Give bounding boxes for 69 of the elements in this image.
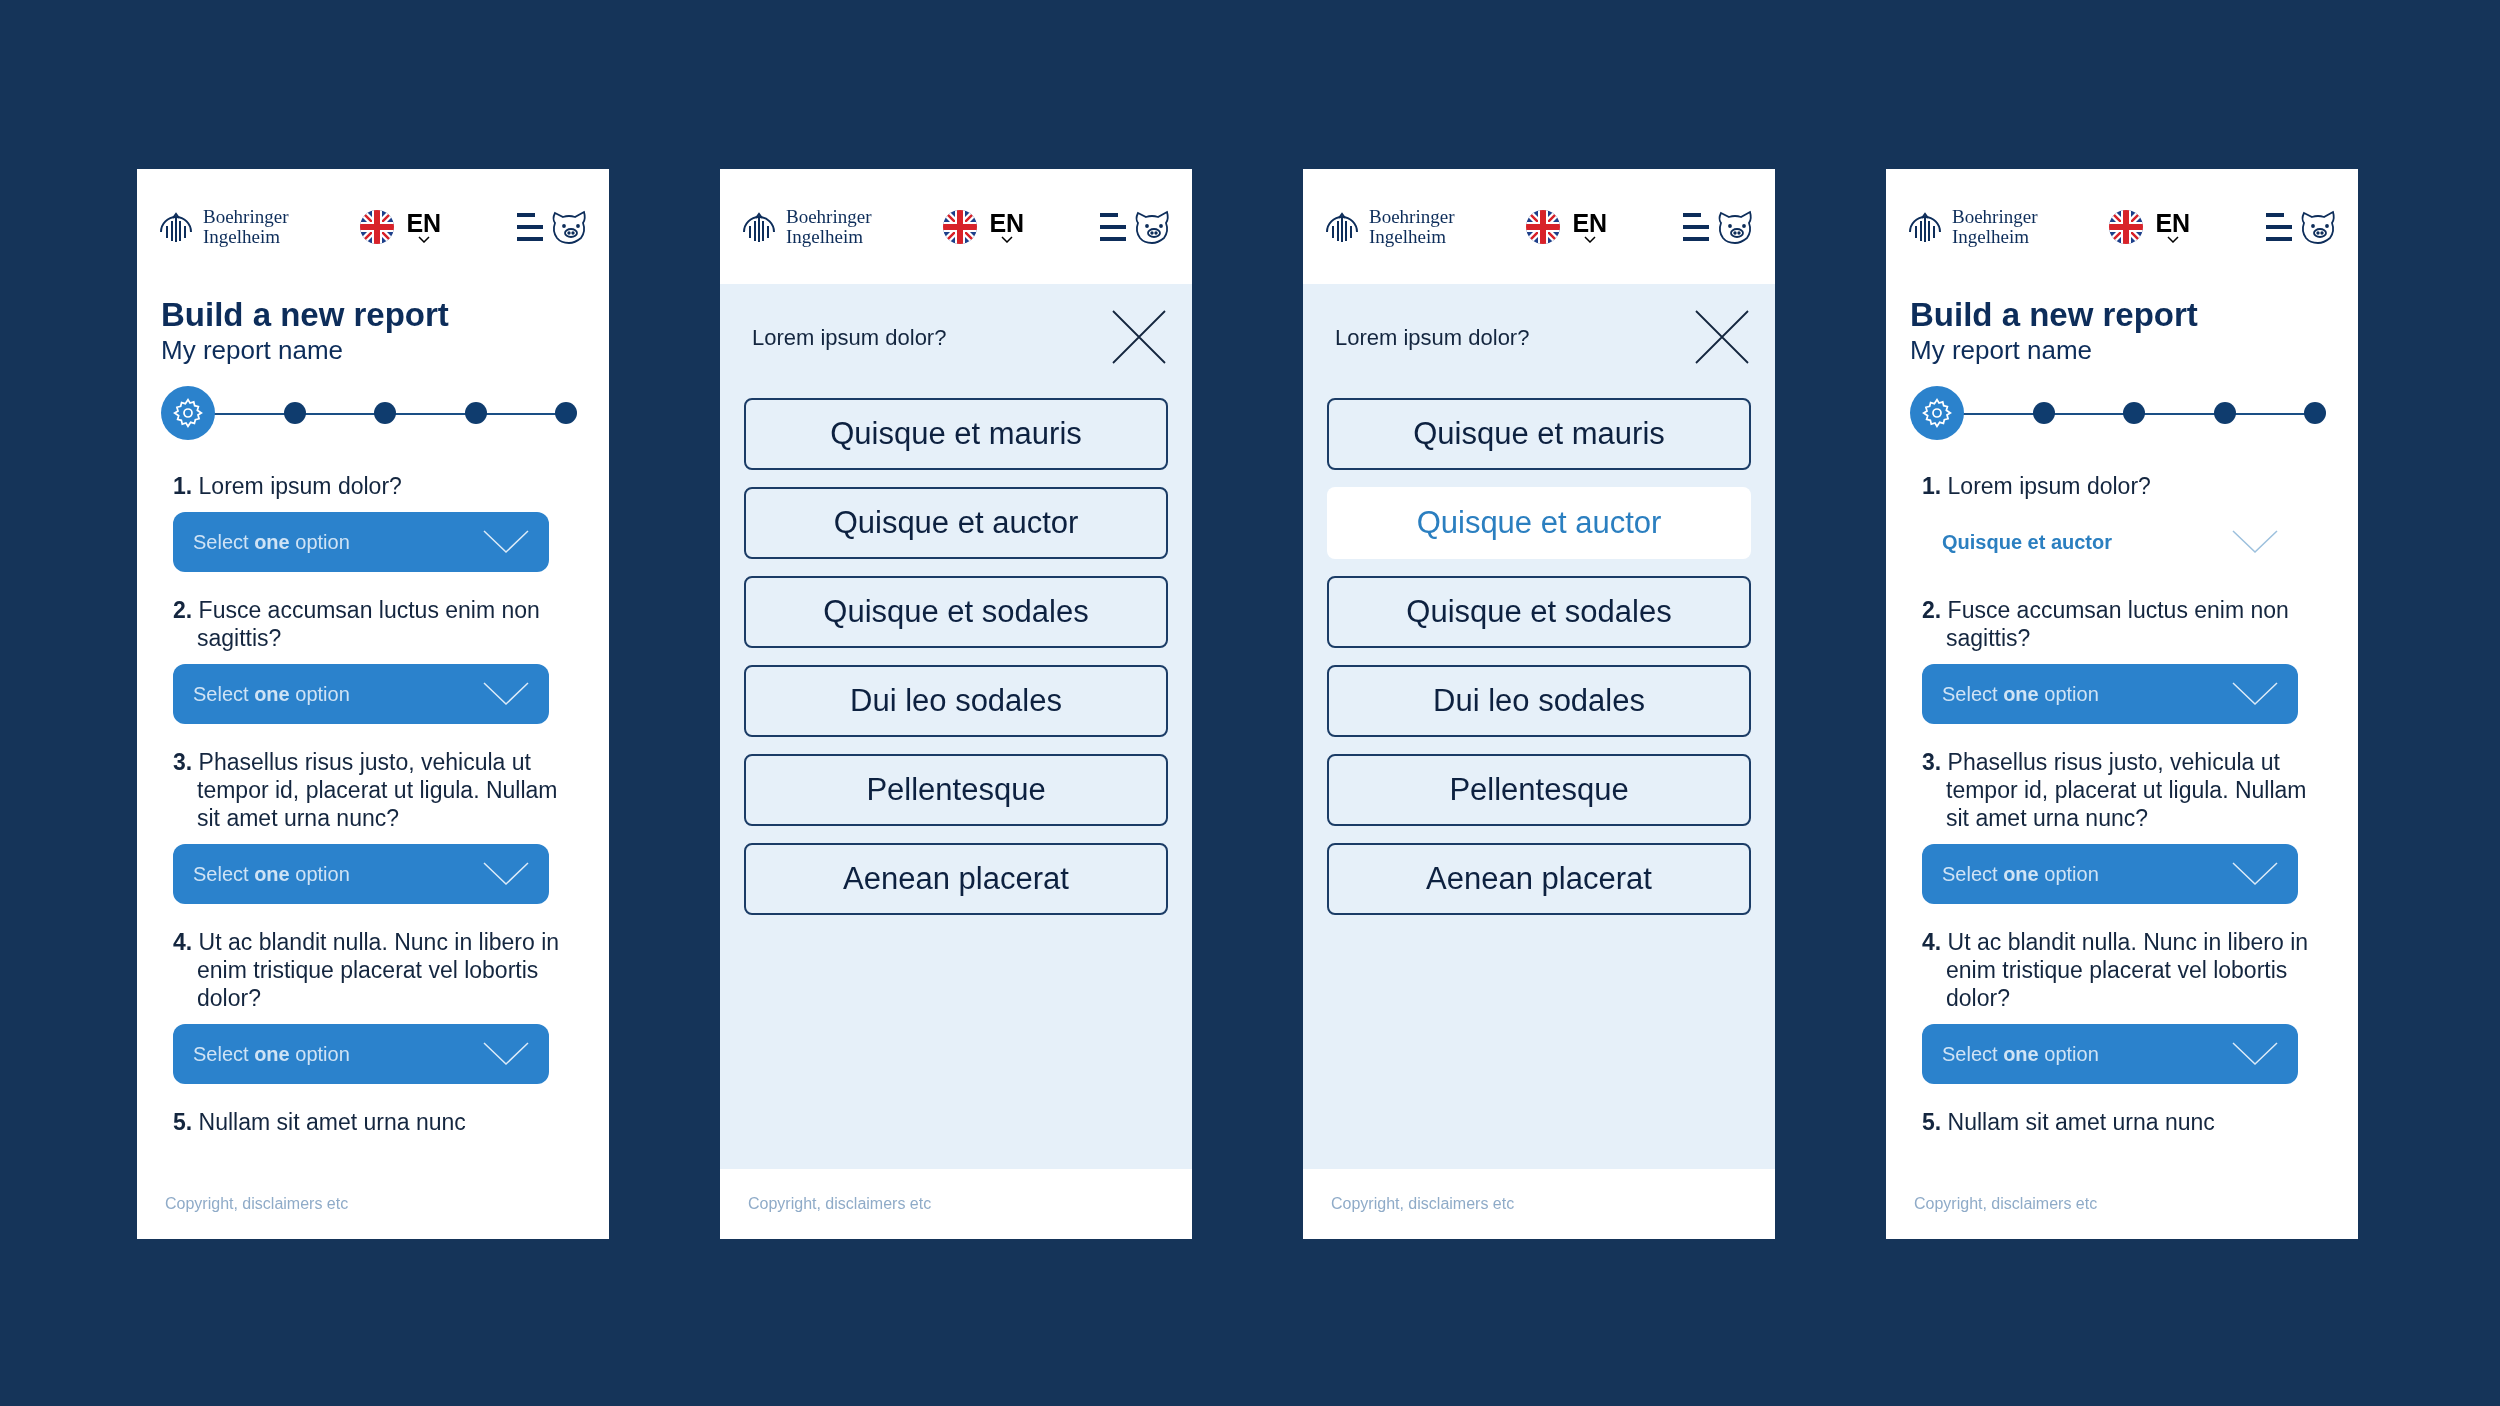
report-name: My report name: [161, 334, 345, 366]
footer-text: Copyright, disclaimers etc: [748, 1194, 932, 1214]
option-button[interactable]: Aenean placerat: [744, 843, 1168, 915]
flag-icon: [943, 209, 978, 244]
current-step[interactable]: [1910, 386, 1964, 440]
question-text: 3. Phasellus risus justo, vehicula ut tempor id, placerat ut ligula. Nullam sit amet urna nunc?: [173, 748, 559, 832]
report-name: My report name: [1910, 334, 2094, 366]
question-text: 5. Nullam sit amet urna nunc: [1922, 1108, 2216, 1136]
logo-text: Boehringer: [1369, 206, 1455, 227]
logo-text: Boehringer: [203, 206, 289, 227]
dialog-question: Lorem ipsum dolor?: [751, 323, 947, 352]
flag-icon: [2109, 209, 2144, 244]
question-text: 1. Lorem ipsum dolor?: [173, 472, 403, 500]
logo-text: Boehringer: [786, 206, 872, 227]
chevron-down-icon: [483, 1042, 529, 1066]
option-button[interactable]: Dui leo sodales: [1327, 665, 1751, 737]
question-text: 3. Phasellus risus justo, vehicula ut tempor id, placerat ut ligula. Nullam sit amet urna nunc?: [1922, 748, 2308, 832]
language-selector[interactable]: EN: [2155, 210, 2191, 243]
chevron-down-icon: [2232, 862, 2278, 886]
question-text: 5. Nullam sit amet urna nunc: [173, 1108, 467, 1136]
chevron-down-icon: [2232, 682, 2278, 706]
close-icon: [1111, 309, 1167, 365]
question-text: 4. Ut ac blandit nulla. Nunc in libero in enim tristique placerat vel lobortis dolor?: [173, 928, 561, 1012]
logo-text: Boehringer: [1952, 206, 2038, 227]
chevron-down-icon: [2232, 1042, 2278, 1066]
close-button[interactable]: [1110, 308, 1168, 366]
page-title: Build a new report: [1910, 296, 2199, 334]
chevron-down-icon: [483, 530, 529, 554]
logo-text: Ingelheim: [203, 226, 281, 247]
option-button[interactable]: Aenean placerat: [1327, 843, 1751, 915]
option-button[interactable]: Quisque et mauris: [744, 398, 1168, 470]
chevron-down-icon: [2232, 530, 2278, 554]
footer-text: Copyright, disclaimers etc: [1331, 1194, 1515, 1214]
gear-icon: [172, 397, 204, 429]
current-step[interactable]: [161, 386, 215, 440]
logo-text: Ingelheim: [1369, 226, 1447, 247]
footer-text: Copyright, disclaimers etc: [1914, 1194, 2098, 1214]
logo-text: Ingelheim: [786, 226, 864, 247]
flag-icon: [1526, 209, 1561, 244]
chevron-down-icon: [483, 682, 529, 706]
language-selector[interactable]: EN: [1572, 210, 1608, 243]
flag-icon: [360, 209, 395, 244]
close-button[interactable]: [1693, 308, 1751, 366]
footer-text: Copyright, disclaimers etc: [165, 1194, 349, 1214]
caret-icon: [2166, 236, 2179, 243]
answer-select[interactable]: Quisque et auctor: [1922, 512, 2298, 572]
close-icon: [1694, 309, 1750, 365]
caret-icon: [417, 236, 430, 243]
question-text: 4. Ut ac blandit nulla. Nunc in libero in enim tristique placerat vel lobortis dolor?: [1922, 928, 2310, 1012]
logo-text: Ingelheim: [1952, 226, 2030, 247]
language-selector[interactable]: EN: [406, 210, 442, 243]
option-button[interactable]: Quisque et mauris: [1327, 398, 1751, 470]
option-button[interactable]: Quisque et auctor: [744, 487, 1168, 559]
question-text: 2. Fusce accumsan luctus enim non sagittis?: [173, 596, 541, 652]
caret-icon: [1583, 236, 1596, 243]
option-button[interactable]: Pellentesque: [1327, 754, 1751, 826]
option-button[interactable]: Pellentesque: [744, 754, 1168, 826]
option-button[interactable]: Quisque et sodales: [1327, 576, 1751, 648]
option-button[interactable]: Quisque et auctor: [1327, 487, 1751, 559]
option-button[interactable]: Quisque et sodales: [744, 576, 1168, 648]
question-text: 2. Fusce accumsan luctus enim non sagittis?: [1922, 596, 2290, 652]
chevron-down-icon: [483, 862, 529, 886]
language-selector[interactable]: EN: [989, 210, 1025, 243]
page-title: Build a new report: [161, 296, 450, 334]
dialog-question: Lorem ipsum dolor?: [1334, 323, 1530, 352]
gear-icon: [1921, 397, 1953, 429]
caret-icon: [1000, 236, 1013, 243]
option-button[interactable]: Dui leo sodales: [744, 665, 1168, 737]
question-text: 1. Lorem ipsum dolor?: [1922, 472, 2152, 500]
